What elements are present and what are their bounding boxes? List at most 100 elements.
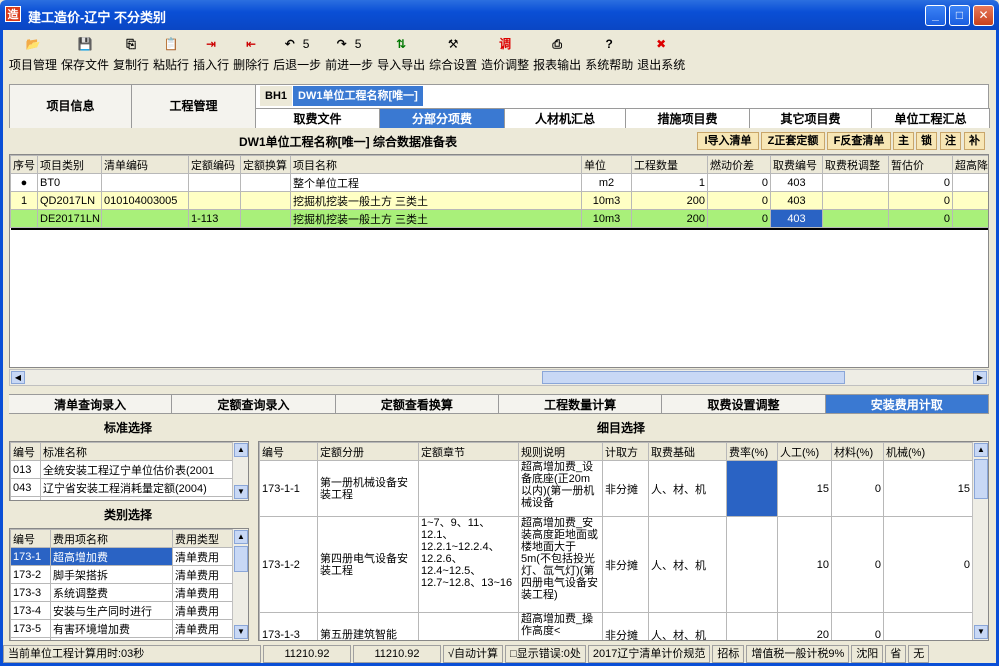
main-horizontal-scrollbar[interactable]: ◀ ▶ bbox=[9, 369, 989, 386]
category-list[interactable]: 编号 费用项名称 费用类型 173-1 超高增加费 清单费用 173-2 脚手架搭拆 清单费用 1… bbox=[9, 528, 249, 641]
subtab-单位工程汇总[interactable]: 单位工程汇总 bbox=[872, 108, 990, 128]
detail-cell-material[interactable]: 0 bbox=[831, 612, 884, 640]
detail-cell-base[interactable]: 人、材、机 bbox=[648, 460, 727, 517]
grid-cell-est[interactable]: 0 bbox=[888, 191, 953, 210]
grid-column-header[interactable]: 项目名称 bbox=[290, 155, 582, 174]
maximize-button[interactable]: □ bbox=[949, 5, 970, 26]
grid-cell-quota[interactable] bbox=[188, 191, 241, 210]
list-item[interactable]: 173-2 脚手架搭拆 清单费用 bbox=[10, 565, 233, 584]
close-button[interactable]: ✕ bbox=[973, 5, 994, 26]
sheet-button-6[interactable]: 补 bbox=[964, 132, 985, 150]
grid-cell-name[interactable]: 挖掘机挖装一般土方 三类土 bbox=[290, 209, 582, 228]
detail-cell-method[interactable]: 非分摊 bbox=[602, 516, 649, 613]
list-cell[interactable]: 清单费用 bbox=[172, 565, 233, 584]
detail-cell-labor[interactable]: 20 bbox=[777, 612, 832, 640]
tab-project-mgmt[interactable]: 工程管理 bbox=[132, 85, 256, 128]
list-cell[interactable]: 清单费用 bbox=[172, 637, 233, 640]
grid-column-header[interactable]: 燃动价差 bbox=[707, 155, 771, 174]
list-cell[interactable]: 173-5 bbox=[10, 619, 51, 638]
list-cell[interactable]: 043 bbox=[10, 478, 41, 497]
list-cell[interactable]: 高层建筑增加费 bbox=[50, 637, 173, 640]
list-item[interactable]: 173-6高层建筑增加费清单费用 bbox=[10, 637, 233, 640]
list-item[interactable]: 013 全统安装工程辽宁单位估价表(2001 bbox=[10, 460, 233, 479]
bottom-tab-取费设置调整[interactable]: 取费设置调整 bbox=[662, 394, 826, 414]
grid-cell-unit[interactable]: 10m3 bbox=[581, 209, 632, 228]
grid-cell-conv[interactable] bbox=[240, 209, 291, 228]
bottom-tab-定额查看换算[interactable]: 定额查看换算 bbox=[335, 394, 499, 414]
grid-cell-qty[interactable]: 1 bbox=[631, 173, 708, 192]
bottom-tab-定额查询录入[interactable]: 定额查询录入 bbox=[172, 394, 336, 414]
grid-cell-tax[interactable] bbox=[822, 209, 889, 228]
grid-column-header[interactable]: 序号 bbox=[10, 155, 38, 174]
grid-column-header[interactable]: 超高降效 bbox=[952, 155, 988, 174]
grid-cell-code[interactable] bbox=[101, 173, 189, 192]
list-cell[interactable]: 安装与生产同时进行 bbox=[50, 601, 173, 620]
grid-cell-conv[interactable] bbox=[240, 173, 291, 192]
list-cell[interactable]: 系统调整费 bbox=[50, 583, 173, 602]
后退一步-button[interactable]: ↶ 5 后退一步 bbox=[273, 34, 321, 78]
grid-cell-name[interactable]: 挖掘机挖装一般土方 三类土 bbox=[290, 191, 582, 210]
前进一步-button[interactable]: ↷ 5 前进一步 bbox=[325, 34, 373, 78]
grid-cell-over[interactable] bbox=[952, 191, 988, 210]
list-cell[interactable]: 辽宁省安装工程消耗量定额(2008) bbox=[40, 496, 233, 500]
detail-cell-id[interactable]: 173-1-3 bbox=[259, 612, 318, 640]
grid-cell-seq[interactable] bbox=[10, 209, 38, 228]
grid-cell-quota[interactable]: 1-113 bbox=[188, 209, 241, 228]
detail-cell-chapter[interactable] bbox=[418, 612, 519, 640]
sheet-button-1[interactable]: Z正套定额 bbox=[761, 132, 825, 150]
造价调整-button[interactable]: 调造价调整 bbox=[481, 34, 529, 78]
subtab-措施项目费[interactable]: 措施项目费 bbox=[626, 108, 750, 128]
detail-cell-rate[interactable] bbox=[726, 460, 778, 517]
list-cell[interactable]: 013 bbox=[10, 460, 41, 479]
tab-dw1[interactable]: DW1单位工程名称[唯一] bbox=[293, 86, 423, 106]
grid-cell-code[interactable] bbox=[101, 209, 189, 228]
导入导出-button[interactable]: ⇅ 导入导出 bbox=[377, 34, 425, 78]
detail-cell-book[interactable]: 第五册建筑智能 bbox=[317, 612, 419, 640]
standard-list[interactable]: 编号 标准名称 013 全统安装工程辽宁单位估价表(2001 043 辽宁省安装工程消耗量… bbox=[9, 441, 249, 501]
grid-cell-tax[interactable] bbox=[822, 173, 889, 192]
grid-cell-est[interactable]: 0 bbox=[888, 209, 953, 228]
list-cell[interactable]: 清单费用 bbox=[172, 619, 233, 638]
detail-row[interactable]: 173-1-2 第四册电气设备安装工程 1~7、9、11、12.1、12.2.1~1… bbox=[259, 516, 973, 613]
list-item[interactable]: 083辽宁省安装工程消耗量定额(2008) bbox=[10, 496, 233, 500]
minimize-button[interactable]: _ bbox=[925, 5, 946, 26]
list-cell[interactable]: 清单费用 bbox=[172, 547, 233, 566]
detail-cell-base[interactable]: 人、材、机 bbox=[648, 612, 727, 640]
grid-cell-fee[interactable]: 403 bbox=[770, 191, 823, 210]
subtab-其它项目费[interactable]: 其它项目费 bbox=[750, 108, 872, 128]
grid-column-header[interactable]: 定额换算 bbox=[240, 155, 291, 174]
grid-cell-seq[interactable]: ● bbox=[10, 173, 38, 192]
detail-cell-rate[interactable] bbox=[726, 516, 778, 613]
detail-cell-material[interactable]: 0 bbox=[831, 516, 884, 613]
保存文件-button[interactable]: 💾 保存文件 bbox=[61, 34, 109, 78]
detail-cell-base[interactable]: 人、材、机 bbox=[648, 516, 727, 613]
grid-cell-quota[interactable] bbox=[188, 173, 241, 192]
插入行-button[interactable]: ⇥ 插入行 bbox=[193, 34, 229, 78]
grid-cell-fee[interactable]: 403 bbox=[770, 173, 823, 192]
detail-cell-rule[interactable]: 超高增加费_操作高度< bbox=[518, 612, 603, 640]
sheet-button-5[interactable]: 注 bbox=[940, 132, 961, 150]
list-cell[interactable]: 脚手架搭拆 bbox=[50, 565, 173, 584]
grid-cell-fuel[interactable]: 0 bbox=[707, 173, 771, 192]
detail-cell-labor[interactable]: 15 bbox=[777, 460, 832, 517]
detail-cell-book[interactable]: 第一册机械设备安装工程 bbox=[317, 460, 419, 517]
subtab-人材机汇总[interactable]: 人材机汇总 bbox=[505, 108, 626, 128]
bottom-tab-工程数量计算[interactable]: 工程数量计算 bbox=[498, 394, 663, 414]
grid-column-header[interactable]: 工程数量 bbox=[631, 155, 708, 174]
detail-cell-rate[interactable] bbox=[726, 612, 778, 640]
detail-cell-id[interactable]: 173-1-1 bbox=[259, 460, 318, 517]
list-cell[interactable]: 清单费用 bbox=[172, 583, 233, 602]
grid-cell-type[interactable]: DE20171LN bbox=[37, 209, 102, 228]
sheet-button-4[interactable]: 锁 bbox=[916, 132, 937, 150]
list-item[interactable]: 173-5 有害环境增加费 清单费用 bbox=[10, 619, 233, 638]
list-item[interactable]: 173-3 系统调整费 清单费用 bbox=[10, 583, 233, 602]
grid-column-header[interactable]: 定额编码 bbox=[188, 155, 241, 174]
sheet-button-3[interactable]: 主 bbox=[893, 132, 914, 150]
grid-cell-est[interactable]: 0 bbox=[888, 173, 953, 192]
detail-cell-rule[interactable]: 超高增加费_安装高度距地面或楼地面大于5m(不包括投光灯、氙气灯)(第四册电气设… bbox=[518, 516, 603, 613]
detail-cell-method[interactable]: 非分摊 bbox=[602, 460, 649, 517]
detail-cell-labor[interactable]: 10 bbox=[777, 516, 832, 613]
detail-cell-id[interactable]: 173-1-2 bbox=[259, 516, 318, 613]
报表输出-button[interactable]: ⎙ 报表输出 bbox=[533, 34, 581, 78]
tab-bh1[interactable]: BH1 bbox=[260, 86, 293, 106]
